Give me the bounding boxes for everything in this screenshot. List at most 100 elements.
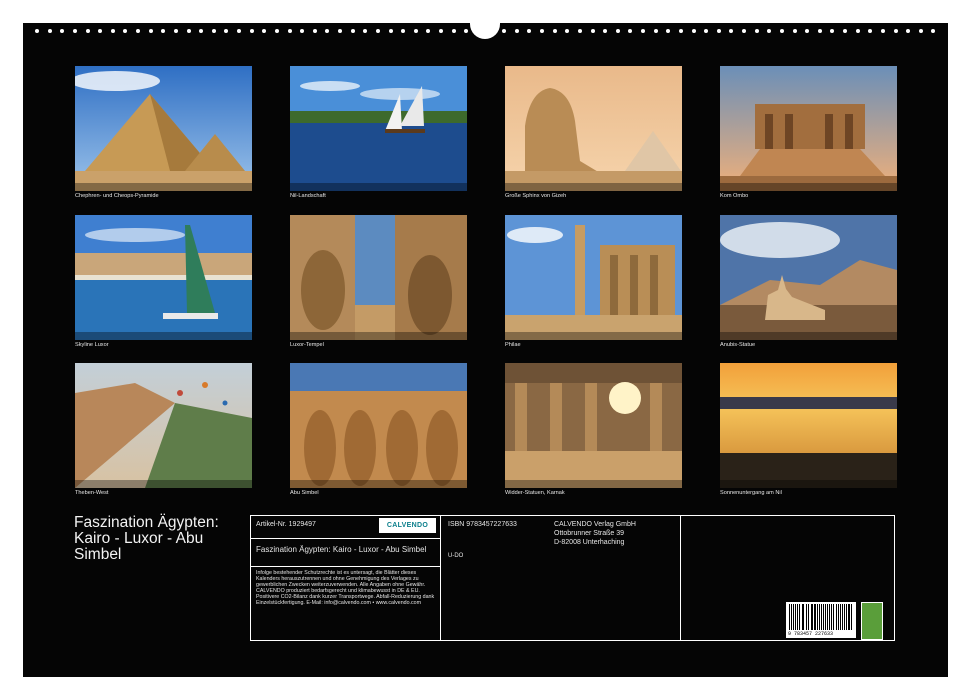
binding-hole <box>350 29 355 33</box>
photo-tile[interactable]: Skyline Luxor <box>75 215 252 348</box>
legal-notice: Infolge bestehender Schutzrechte ist es … <box>256 570 435 606</box>
photo-caption: Kom Ombo <box>720 193 749 199</box>
binding-hole <box>742 29 746 33</box>
binding-hole <box>603 29 608 33</box>
binding-hole <box>918 29 923 33</box>
binding-hole <box>439 29 443 33</box>
binding-hole <box>565 29 570 33</box>
binding-hole <box>691 29 696 33</box>
binding-hole <box>401 29 406 33</box>
binding-hole <box>843 29 847 33</box>
publisher-city: D-82008 Unterhaching <box>554 539 625 546</box>
photo-nile-landscape <box>290 66 467 191</box>
binding-hole <box>148 29 153 33</box>
binding-hole <box>123 29 128 33</box>
binding-hole <box>224 29 229 33</box>
binding-hole <box>60 29 65 33</box>
photo-caption: Luxor-Tempel <box>290 342 324 348</box>
photo-tile[interactable]: Philae <box>505 215 682 348</box>
binding-hole <box>426 29 431 33</box>
photo-tile[interactable]: Anubis-Statue <box>720 215 897 348</box>
binding-hole <box>249 29 254 33</box>
binding-hole <box>817 29 822 33</box>
isbn: ISBN 9783457227633 <box>448 521 517 528</box>
photo-sphinx <box>505 66 682 191</box>
photo-caption: Theben-West <box>75 490 109 496</box>
photo-caption: Chephren- und Cheops-Pyramide <box>75 193 159 199</box>
photo-caption: Philae <box>505 342 521 348</box>
binding-hole <box>47 29 52 33</box>
photo-abu-simbel <box>290 363 467 488</box>
imprint-box: Artikel-Nr. 1929497 CALVENDO Faszination… <box>250 515 895 641</box>
binding-hole <box>451 29 456 33</box>
binding-hole <box>754 29 759 33</box>
photo-tile[interactable]: Theben-West <box>75 363 252 496</box>
binding-hole <box>514 29 519 33</box>
photo-karnak-rams <box>505 363 682 488</box>
photo-tile[interactable]: Nil-Landschaft <box>290 66 467 199</box>
binding-hole <box>893 29 898 33</box>
binding-hole <box>338 29 342 33</box>
photo-tile[interactable]: Abu Simbel <box>290 363 467 496</box>
photo-caption: Widder-Statuen, Karnak <box>505 490 565 496</box>
photo-caption: Große Sphinx von Gizeh <box>505 193 567 199</box>
photo-tile[interactable]: Kom Ombo <box>720 66 897 199</box>
binding-hole <box>527 29 532 33</box>
binding-hole <box>729 29 734 33</box>
binding-hole <box>85 29 90 33</box>
photo-theben-west <box>75 363 252 488</box>
binding-hole <box>211 29 216 33</box>
binding-hole <box>855 29 860 33</box>
barcode: 9 783457 227633 <box>786 602 856 638</box>
binding-hole <box>388 29 393 33</box>
product-title: Faszination Ägypten: Kairo - Luxor - Abu… <box>256 545 427 554</box>
binding-hole <box>931 29 936 33</box>
photo-pyramids <box>75 66 252 191</box>
binding-hole <box>186 29 191 33</box>
photo-tile[interactable]: Große Sphinx von Gizeh <box>505 66 682 199</box>
binding-hole <box>577 29 582 33</box>
binding-hole <box>906 29 911 33</box>
photo-tile[interactable]: Luxor-Tempel <box>290 215 467 348</box>
calendar-title: Faszination Ägypten: Kairo - Luxor - Abu… <box>74 514 219 563</box>
binding-hole <box>363 29 368 33</box>
photo-tile[interactable]: Widder-Statuen, Karnak <box>505 363 682 496</box>
photo-luxor-temple <box>290 215 467 340</box>
binding-hole <box>375 29 380 33</box>
photo-caption: Abu Simbel <box>290 490 319 496</box>
article-number: Artikel-Nr. 1929497 <box>256 521 316 528</box>
binding-hole <box>312 29 317 33</box>
binding-hole <box>792 29 797 33</box>
binding-hole <box>199 29 204 33</box>
photo-tile[interactable]: Sonnenuntergang am Nil <box>720 363 897 496</box>
binding-hole <box>464 29 469 33</box>
photo-caption: Sonnenuntergang am Nil <box>720 490 782 496</box>
binding-hole <box>678 29 683 33</box>
binding-hole <box>615 29 620 33</box>
binding-hole <box>110 29 115 33</box>
binding-hole <box>72 29 77 33</box>
binding-hole <box>880 29 885 33</box>
binding-hole <box>540 29 544 33</box>
binding-hole <box>628 29 633 33</box>
photo-caption: Nil-Landschaft <box>290 193 326 199</box>
photo-tile[interactable]: Chephren- und Cheops-Pyramide <box>75 66 252 199</box>
binding-hole <box>237 29 241 33</box>
product-code: U-DO <box>448 553 464 559</box>
binding-hole <box>653 29 658 33</box>
binding-hole <box>287 29 292 33</box>
binding-hole <box>274 29 279 33</box>
calvendo-logo: CALVENDO <box>379 518 436 533</box>
binding-hole <box>716 29 721 33</box>
photo-skyline-luxor <box>75 215 252 340</box>
photo-nile-sunset <box>720 363 897 488</box>
photo-caption: Anubis-Statue <box>720 342 756 348</box>
binding-hole <box>325 29 330 33</box>
binding-hole <box>502 29 507 33</box>
binding-hole <box>413 29 418 33</box>
binding-hole <box>704 29 709 33</box>
binding-hole <box>666 29 671 33</box>
publisher-street: Ottobrunner Straße 39 <box>554 530 625 537</box>
binding-hole <box>161 29 166 33</box>
publisher-name: CALVENDO Verlag GmbH <box>554 521 636 528</box>
